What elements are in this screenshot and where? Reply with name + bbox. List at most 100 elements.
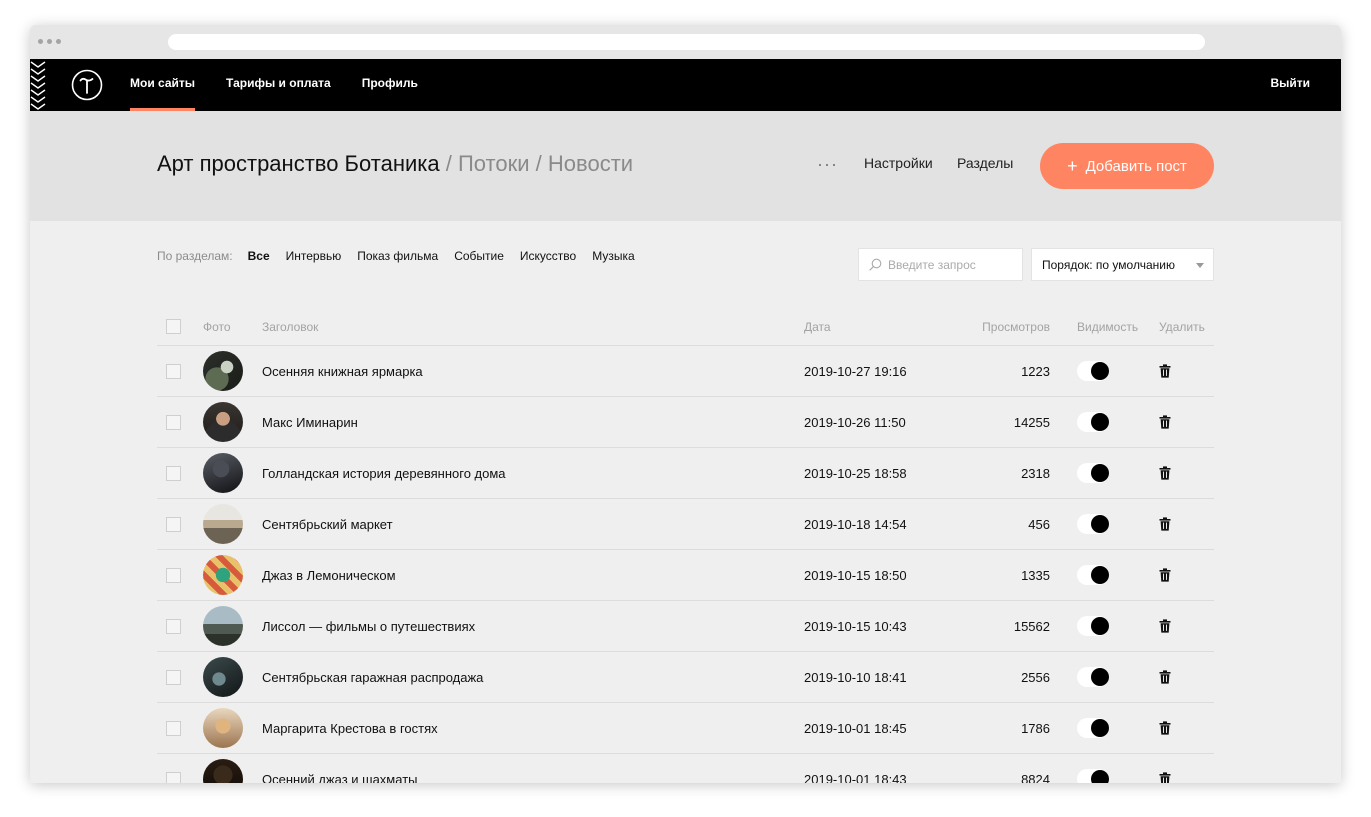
tilda-logo-icon[interactable] (71, 69, 103, 101)
filter-all[interactable]: Все (248, 249, 270, 263)
table-row[interactable]: Голландская история деревянного дома 201… (157, 448, 1214, 499)
table-row[interactable]: Джаз в Лемоническом 2019-10-15 18:50 133… (157, 550, 1214, 601)
post-thumbnail[interactable] (203, 402, 243, 442)
table-row[interactable]: Лиссол — фильмы о путешествиях 2019-10-1… (157, 601, 1214, 652)
post-title[interactable]: Голландская история деревянного дома (262, 466, 506, 481)
post-title[interactable]: Осенняя книжная ярмарка (262, 364, 423, 379)
header-title[interactable]: Заголовок (262, 320, 318, 334)
filter-music[interactable]: Музыка (592, 249, 634, 263)
header-date[interactable]: Дата (804, 320, 831, 334)
row-checkbox[interactable] (166, 669, 181, 685)
row-check-cell (166, 414, 181, 430)
table-row[interactable]: Осенний джаз и шахматы 2019-10-01 18:43 … (157, 754, 1214, 783)
post-views: 1223 (1021, 363, 1050, 379)
trash-icon[interactable] (1159, 364, 1171, 378)
table-header: Фото Заголовок Дата Просмотров Видимость… (157, 308, 1214, 346)
post-views: 1786 (1021, 720, 1050, 736)
row-photo-cell (203, 759, 243, 783)
table-row[interactable]: Макс Иминарин 2019-10-26 11:50 14255 (157, 397, 1214, 448)
post-title[interactable]: Сентябрьский маркет (262, 517, 393, 532)
breadcrumb-site[interactable]: Арт пространство Ботаника (157, 151, 440, 176)
post-title[interactable]: Сентябрьская гаражная распродажа (262, 670, 483, 685)
browser-chrome (30, 25, 1341, 59)
address-bar[interactable] (168, 34, 1205, 50)
visibility-toggle[interactable] (1077, 463, 1109, 483)
row-check-cell (166, 669, 181, 685)
visibility-cell (1077, 361, 1109, 381)
nav-tariffs[interactable]: Тарифы и оплата (226, 59, 331, 111)
table-body: Осенняя книжная ярмарка 2019-10-27 19:16… (157, 346, 1214, 783)
visibility-toggle[interactable] (1077, 412, 1109, 432)
filter-film[interactable]: Показ фильма (357, 249, 438, 263)
visibility-toggle[interactable] (1077, 514, 1109, 534)
sort-select[interactable]: Порядок: по умолчанию (1031, 248, 1214, 281)
visibility-toggle[interactable] (1077, 769, 1109, 783)
table-row[interactable]: Сентябрьская гаражная распродажа 2019-10… (157, 652, 1214, 703)
table-row[interactable]: Маргарита Крестова в гостях 2019-10-01 1… (157, 703, 1214, 754)
trash-icon[interactable] (1159, 772, 1171, 783)
post-thumbnail[interactable] (203, 555, 243, 595)
logout-link[interactable]: Выйти (1270, 59, 1310, 107)
breadcrumb-streams[interactable]: Потоки (458, 151, 530, 176)
row-photo-cell (203, 453, 243, 493)
post-title[interactable]: Осенний джаз и шахматы (262, 772, 418, 784)
row-checkbox[interactable] (166, 618, 181, 634)
trash-icon[interactable] (1159, 466, 1171, 480)
row-checkbox[interactable] (166, 720, 181, 736)
row-photo-cell (203, 402, 243, 442)
visibility-cell (1077, 667, 1109, 687)
filter-art[interactable]: Искусство (520, 249, 576, 263)
post-title[interactable]: Лиссол — фильмы о путешествиях (262, 619, 475, 634)
post-thumbnail[interactable] (203, 708, 243, 748)
post-thumbnail[interactable] (203, 351, 243, 391)
trash-icon[interactable] (1159, 568, 1171, 582)
trash-icon[interactable] (1159, 721, 1171, 735)
filter-event[interactable]: Событие (454, 249, 504, 263)
row-check-cell (166, 516, 181, 532)
visibility-toggle[interactable] (1077, 565, 1109, 585)
visibility-cell (1077, 769, 1109, 783)
header-visibility: Видимость (1077, 319, 1139, 334)
post-thumbnail[interactable] (203, 504, 243, 544)
trash-icon[interactable] (1159, 517, 1171, 531)
post-title[interactable]: Джаз в Лемоническом (262, 568, 396, 583)
select-all-checkbox[interactable] (166, 319, 181, 334)
settings-link[interactable]: Настройки (864, 155, 933, 171)
nav-my-sites[interactable]: Мои сайты (130, 59, 196, 111)
post-thumbnail[interactable] (203, 759, 243, 783)
window-controls[interactable] (38, 39, 61, 44)
table-row[interactable]: Осенняя книжная ярмарка 2019-10-27 19:16… (157, 346, 1214, 397)
post-thumbnail[interactable] (203, 606, 243, 646)
row-checkbox[interactable] (166, 771, 181, 783)
trash-icon[interactable] (1159, 415, 1171, 429)
trash-icon[interactable] (1159, 670, 1171, 684)
post-thumbnail[interactable] (203, 453, 243, 493)
row-checkbox[interactable] (166, 363, 181, 379)
visibility-toggle[interactable] (1077, 667, 1109, 687)
search-box[interactable] (858, 248, 1023, 281)
post-thumbnail[interactable] (203, 657, 243, 697)
sections-link[interactable]: Разделы (957, 155, 1013, 171)
select-all-cell (166, 319, 181, 334)
row-checkbox[interactable] (166, 516, 181, 532)
delete-cell (1159, 568, 1171, 582)
table-row[interactable]: Сентябрьский маркет 2019-10-18 14:54 456 (157, 499, 1214, 550)
row-checkbox[interactable] (166, 465, 181, 481)
post-title[interactable]: Макс Иминарин (262, 415, 358, 430)
visibility-toggle[interactable] (1077, 361, 1109, 381)
row-checkbox[interactable] (166, 567, 181, 583)
search-input[interactable] (888, 257, 1018, 272)
add-post-button[interactable]: + Добавить пост (1040, 143, 1214, 189)
visibility-toggle[interactable] (1077, 718, 1109, 738)
more-menu-icon[interactable]: ··· (817, 155, 838, 173)
visibility-toggle[interactable] (1077, 616, 1109, 636)
nav-profile[interactable]: Профиль (362, 59, 418, 111)
row-checkbox[interactable] (166, 414, 181, 430)
browser-window: Мои сайты Тарифы и оплата Профиль Выйти … (30, 25, 1341, 783)
header-views[interactable]: Просмотров (975, 320, 1050, 334)
trash-icon[interactable] (1159, 619, 1171, 633)
filter-interview[interactable]: Интервью (286, 249, 342, 263)
post-date: 2019-10-01 18:45 (804, 720, 907, 736)
row-check-cell (166, 720, 181, 736)
post-title[interactable]: Маргарита Крестова в гостях (262, 721, 438, 736)
